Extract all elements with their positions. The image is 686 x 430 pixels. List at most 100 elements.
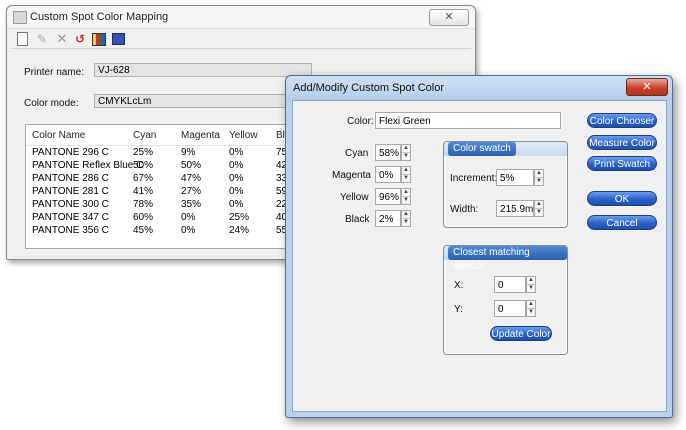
table-row[interactable]: PANTONE 281 C41%27%0%59% — [26, 185, 326, 198]
close-button[interactable]: ✕ — [429, 9, 469, 26]
table-cell: 78% — [133, 199, 154, 210]
table-row[interactable]: PANTONE 300 C78%35%0%22% — [26, 198, 326, 211]
spin-up-icon[interactable]: ▲ — [535, 170, 543, 178]
table-row[interactable]: PANTONE 356 C45%0%24%55% — [26, 224, 326, 237]
spin-up-icon[interactable]: ▲ — [402, 189, 410, 197]
spin-down-icon[interactable]: ▼ — [535, 209, 543, 216]
measure-color-button[interactable]: Measure Color — [587, 135, 657, 150]
table-row[interactable]: PANTONE 296 C25%9%0%75% — [26, 146, 326, 159]
table-cell: 0% — [229, 147, 244, 158]
width-label: Width: — [450, 204, 479, 215]
new-document-icon[interactable] — [15, 32, 29, 46]
table-cell: 41% — [133, 186, 154, 197]
spin-down-icon[interactable]: ▼ — [402, 153, 410, 160]
increment-input[interactable]: 5% — [496, 169, 534, 186]
table-header: Color Name Cyan Magenta Yellow Bla — [26, 125, 326, 146]
y-spinner[interactable]: ▲ ▼ — [526, 300, 536, 317]
increment-spinner[interactable]: ▲ ▼ — [534, 169, 544, 186]
title-bar[interactable]: Custom Spot Color Mapping ✕ — [7, 6, 475, 29]
magenta-spinner[interactable]: ▲ ▼ — [401, 166, 411, 183]
ok-button[interactable]: OK — [587, 191, 657, 206]
width-spinner[interactable]: ▲ ▼ — [534, 200, 544, 217]
spin-up-icon[interactable]: ▲ — [402, 211, 410, 219]
cyan-input[interactable]: 58% — [375, 144, 401, 161]
table-row[interactable]: PANTONE Reflex Blue C50%50%0%42% — [26, 159, 326, 172]
x-spinner[interactable]: ▲ ▼ — [526, 276, 536, 293]
add-modify-spot-color-dialog: Add/Modify Custom Spot Color ✕ Color: Fl… — [285, 75, 673, 418]
table-cell: 0% — [229, 173, 244, 184]
column-header[interactable]: Cyan — [133, 130, 156, 141]
spot-color-table[interactable]: Color Name Cyan Magenta Yellow Bla PANTO… — [25, 124, 327, 249]
width-input[interactable]: 215.9mm — [496, 200, 534, 217]
yellow-spinner[interactable]: ▲ ▼ — [401, 188, 411, 205]
table-cell: 25% — [229, 212, 250, 223]
color-mode-label: Color mode: — [24, 98, 79, 109]
spin-up-icon[interactable]: ▲ — [402, 167, 410, 175]
dialog-title-bar[interactable]: Add/Modify Custom Spot Color ✕ — [286, 76, 672, 100]
column-header[interactable]: Yellow — [229, 130, 258, 141]
y-label: Y: — [454, 304, 463, 315]
spin-down-icon[interactable]: ▼ — [402, 197, 410, 204]
magenta-input[interactable]: 0% — [375, 166, 401, 183]
toolbar-divider — [11, 48, 471, 49]
dialog-client-area: Color: Flexi Green Cyan 58% ▲ ▼ Magenta 0… — [292, 100, 667, 412]
spin-down-icon[interactable]: ▼ — [402, 219, 410, 226]
edit-icon[interactable]: ✎ — [35, 32, 49, 46]
table-row[interactable]: PANTONE 347 C60%0%25%40% — [26, 211, 326, 224]
delete-icon[interactable]: ✕ — [55, 31, 69, 46]
y-input[interactable]: 0 — [494, 300, 526, 317]
color-name-input[interactable]: Flexi Green — [375, 112, 561, 129]
table-cell: 0% — [181, 212, 196, 223]
spin-down-icon[interactable]: ▼ — [402, 175, 410, 182]
table-cell: 47% — [181, 173, 202, 184]
spin-up-icon[interactable]: ▲ — [535, 201, 543, 209]
table-cell: 0% — [181, 225, 196, 236]
update-color-button[interactable]: Update Color — [490, 326, 552, 341]
print-swatch-button[interactable]: Print Swatch — [587, 156, 657, 171]
cyan-spinner[interactable]: ▲ ▼ — [401, 144, 411, 161]
table-cell: 9% — [181, 147, 196, 158]
black-input[interactable]: 2% — [375, 210, 401, 227]
cancel-button[interactable]: Cancel — [587, 215, 657, 230]
yellow-input[interactable]: 96% — [375, 188, 401, 205]
table-cell: 0% — [229, 160, 244, 171]
color-mode-select[interactable]: CMYKLcLm — [94, 94, 312, 108]
dialog-close-button[interactable]: ✕ — [626, 78, 668, 96]
dialog-title: Add/Modify Custom Spot Color — [293, 82, 445, 94]
spin-down-icon[interactable]: ▼ — [527, 309, 535, 316]
table-cell: PANTONE 281 C — [32, 186, 109, 197]
table-cell: 67% — [133, 173, 154, 184]
color-name-label: Color: — [347, 116, 374, 127]
export-icon[interactable] — [111, 32, 125, 46]
swatches-icon[interactable] — [92, 32, 106, 46]
import-icon[interactable]: ↺ — [73, 32, 87, 46]
table-cell: PANTONE Reflex Blue C — [32, 160, 144, 171]
app-icon — [13, 11, 27, 24]
closest-matching-group-title: Closest matching swatch — [448, 246, 567, 272]
table-cell: PANTONE 300 C — [32, 199, 109, 210]
color-swatch-group: Color swatch Increment: 5% ▲ ▼ Width: 215… — [443, 141, 568, 228]
x-input[interactable]: 0 — [494, 276, 526, 293]
spin-up-icon[interactable]: ▲ — [402, 145, 410, 153]
spin-up-icon[interactable]: ▲ — [527, 301, 535, 309]
column-header[interactable]: Magenta — [181, 130, 220, 141]
table-cell: 27% — [181, 186, 202, 197]
column-header[interactable]: Color Name — [32, 130, 85, 141]
spin-up-icon[interactable]: ▲ — [527, 277, 535, 285]
table-row[interactable]: PANTONE 286 C67%47%0%33% — [26, 172, 326, 185]
cyan-label: Cyan — [345, 148, 369, 159]
spin-down-icon[interactable]: ▼ — [535, 178, 543, 185]
table-cell: 0% — [229, 199, 244, 210]
window-title: Custom Spot Color Mapping — [30, 11, 169, 23]
table-cell: PANTONE 347 C — [32, 212, 109, 223]
table-cell: PANTONE 296 C — [32, 147, 109, 158]
x-label: X: — [454, 280, 464, 291]
yellow-label: Yellow — [340, 192, 369, 203]
black-spinner[interactable]: ▲ ▼ — [401, 210, 411, 227]
spin-down-icon[interactable]: ▼ — [527, 285, 535, 292]
color-chooser-button[interactable]: Color Chooser — [587, 113, 657, 128]
magenta-label: Magenta — [332, 170, 371, 181]
table-cell: 45% — [133, 225, 154, 236]
table-cell: PANTONE 286 C — [32, 173, 109, 184]
table-cell: PANTONE 356 C — [32, 225, 109, 236]
